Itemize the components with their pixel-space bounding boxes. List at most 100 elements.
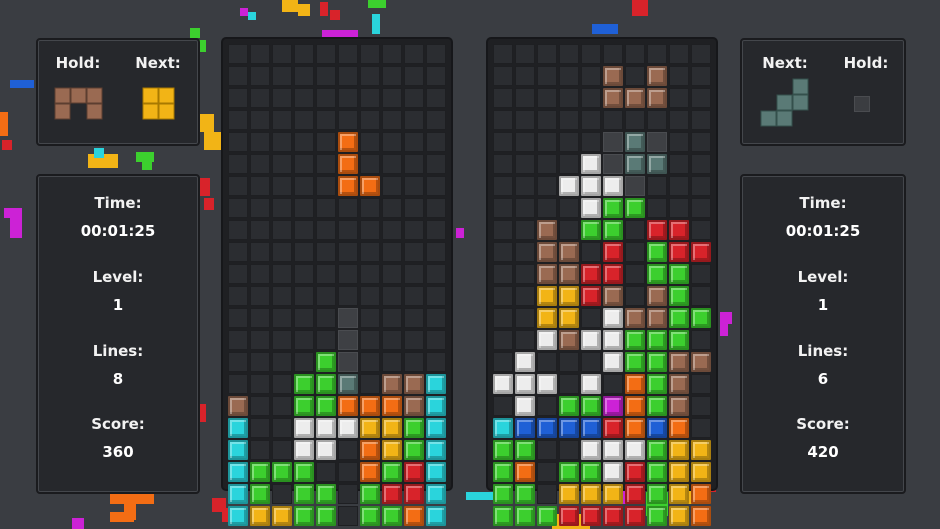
block-cell — [294, 396, 314, 416]
block-cell — [559, 286, 579, 306]
block-cell — [250, 462, 270, 482]
block-cell — [581, 396, 601, 416]
block-cell — [537, 286, 557, 306]
empty-cell — [426, 198, 446, 218]
block-cell — [581, 484, 601, 504]
block-cell — [625, 484, 645, 504]
block-cell — [559, 506, 579, 526]
empty-cell — [669, 110, 689, 130]
block-cell — [669, 374, 689, 394]
empty-cell — [316, 308, 336, 328]
block-cell — [338, 132, 358, 152]
block-cell — [537, 374, 557, 394]
block-cell — [515, 352, 535, 372]
empty-cell — [581, 44, 601, 64]
empty-cell — [294, 330, 314, 350]
ghost-piece-cell — [603, 132, 623, 152]
empty-cell — [228, 330, 248, 350]
empty-cell — [515, 330, 535, 350]
block-cell — [360, 506, 380, 526]
p2-stats-panel: Time: 00:01:25 Level: 1 Lines: 6 Score: … — [740, 174, 906, 494]
empty-cell — [559, 352, 579, 372]
block-cell — [581, 506, 601, 526]
block-cell — [537, 330, 557, 350]
block-cell — [294, 484, 314, 504]
block-cell — [338, 418, 358, 438]
block-cell — [625, 396, 645, 416]
p1-playfield[interactable] — [221, 37, 453, 526]
block-cell — [294, 418, 314, 438]
block-cell — [625, 440, 645, 460]
block-cell — [603, 198, 623, 218]
block-cell — [669, 330, 689, 350]
empty-cell — [515, 264, 535, 284]
p2-score-value: 420 — [807, 443, 839, 461]
empty-cell — [316, 176, 336, 196]
p1-hold-next-panel: Hold: Next: — [36, 38, 200, 146]
empty-cell — [537, 352, 557, 372]
block-cell — [537, 264, 557, 284]
empty-cell — [426, 330, 446, 350]
empty-cell — [404, 176, 424, 196]
empty-cell — [382, 154, 402, 174]
empty-cell — [669, 66, 689, 86]
block-cell — [603, 66, 623, 86]
empty-cell — [426, 132, 446, 152]
empty-cell — [493, 330, 513, 350]
empty-cell — [537, 132, 557, 152]
block-cell — [404, 418, 424, 438]
block-cell — [493, 440, 513, 460]
empty-cell — [691, 154, 711, 174]
empty-cell — [272, 44, 292, 64]
empty-cell — [382, 352, 402, 372]
empty-cell — [272, 352, 292, 372]
empty-cell — [294, 352, 314, 372]
block-cell — [493, 462, 513, 482]
empty-cell — [338, 506, 358, 526]
block-cell — [316, 418, 336, 438]
ghost-piece-cell — [338, 308, 358, 328]
empty-cell — [382, 198, 402, 218]
empty-cell — [493, 264, 513, 284]
empty-cell — [338, 440, 358, 460]
empty-cell — [426, 44, 446, 64]
empty-cell — [316, 110, 336, 130]
block-cell — [382, 396, 402, 416]
empty-cell — [360, 308, 380, 328]
empty-cell — [581, 352, 601, 372]
p2-playfield[interactable] — [486, 37, 718, 526]
empty-cell — [250, 154, 270, 174]
empty-cell — [338, 484, 358, 504]
block-cell — [691, 308, 711, 328]
empty-cell — [360, 44, 380, 64]
empty-cell — [250, 330, 270, 350]
block-cell — [537, 418, 557, 438]
ghost-piece-cell — [603, 154, 623, 174]
block-cell — [360, 440, 380, 460]
empty-cell — [272, 308, 292, 328]
block-cell — [647, 286, 667, 306]
empty-cell — [625, 242, 645, 262]
empty-cell — [294, 264, 314, 284]
block-cell — [603, 352, 623, 372]
empty-cell — [426, 154, 446, 174]
block-cell — [647, 66, 667, 86]
block-cell — [647, 154, 667, 174]
empty-cell — [515, 220, 535, 240]
empty-cell — [603, 44, 623, 64]
empty-cell — [338, 88, 358, 108]
empty-cell — [250, 264, 270, 284]
block-cell — [581, 418, 601, 438]
empty-cell — [515, 88, 535, 108]
p2-next-hold-panel: Next: Hold: — [740, 38, 906, 146]
empty-cell — [294, 66, 314, 86]
block-cell — [515, 396, 535, 416]
empty-cell — [404, 66, 424, 86]
block-cell — [581, 374, 601, 394]
empty-cell — [272, 88, 292, 108]
empty-cell — [559, 44, 579, 64]
block-cell — [272, 506, 292, 526]
empty-cell — [515, 110, 535, 130]
block-cell — [647, 308, 667, 328]
block-cell — [603, 220, 623, 240]
